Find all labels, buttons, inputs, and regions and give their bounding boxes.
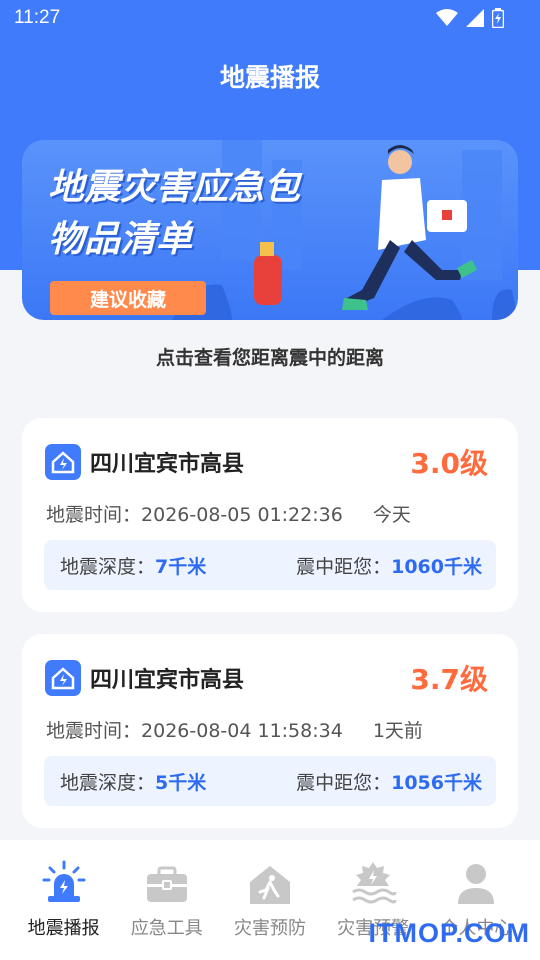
depth-text: 地震深度：7千米: [60, 552, 206, 579]
depth-label: 地震深度：: [60, 555, 156, 578]
emergency-kit-banner[interactable]: 地震灾害应急包 物品清单 建议收藏: [22, 140, 518, 320]
nav-label: 灾害预防: [233, 918, 306, 939]
time-label: 地震时间：: [46, 504, 142, 526]
alarm-siren-icon: [42, 860, 86, 902]
earthquake-location: 四川宜宾市高县: [90, 452, 245, 477]
toolbox-icon: [146, 866, 187, 902]
earthquake-magnitude: 3.7级: [410, 663, 488, 696]
running-doctor: [342, 145, 477, 310]
time-value: 2026-08-04 11:58:34: [141, 720, 343, 742]
relative-time: 今天: [372, 504, 411, 526]
banner-headline: 地震灾害应急包 物品清单: [48, 162, 300, 266]
earthquake-info-box: 地震深度：5千米 震中距您：1056千米: [44, 756, 496, 806]
distance-label: 震中距您：: [296, 555, 392, 578]
time-value: 2026-08-05 01:22:36: [141, 504, 343, 526]
status-time: 11:27: [14, 7, 61, 28]
time-text: 地震时间：2026-08-05 01:22:36: [46, 500, 343, 527]
watermark: ITMOP.COM: [368, 918, 530, 948]
depth-value: 5千米: [155, 771, 207, 794]
banner-headline-line1: 地震灾害应急包: [48, 167, 301, 208]
earthquake-card[interactable]: 四川宜宾市高县 3.0级 地震时间：2026-08-05 01:22:36 今天…: [22, 418, 518, 612]
earthquake-time-row: 地震时间：2026-08-05 01:22:36 今天: [46, 500, 411, 527]
banner-headline-line2: 物品清单: [48, 219, 193, 260]
earthquake-card[interactable]: 四川宜宾市高县 3.7级 地震时间：2026-08-04 11:58:34 1天…: [22, 634, 518, 828]
status-icons: [436, 8, 504, 28]
house-running-person-icon: [249, 866, 290, 904]
distance-text: 震中距您：1056千米: [296, 768, 482, 795]
wifi-icon: [436, 9, 458, 26]
depth-value: 7千米: [155, 555, 207, 578]
earthquake-location: 四川宜宾市高县: [90, 668, 245, 693]
earthquake-info-box: 地震深度：7千米 震中距您：1060千米: [44, 540, 496, 590]
signal-icon: [466, 9, 484, 27]
house-alert-icon: [45, 444, 81, 480]
nav-tab-earthquake-report[interactable]: 地震播报: [14, 860, 114, 960]
distance-label: 震中距您：: [296, 771, 392, 794]
distance-text: 震中距您：1060千米: [296, 552, 482, 579]
house-alert-icon: [45, 660, 81, 696]
earthquake-magnitude: 3.0级: [410, 447, 488, 480]
distance-value: 1056千米: [391, 771, 482, 794]
time-label: 地震时间：: [46, 720, 142, 742]
depth-text: 地震深度：5千米: [60, 768, 206, 795]
status-bar: 11:27: [0, 0, 540, 36]
nav-tab-disaster-prevention[interactable]: 灾害预防: [220, 860, 320, 960]
nav-label: 应急工具: [130, 918, 203, 939]
flood-warning-icon: [352, 862, 397, 904]
user-icon: [458, 864, 495, 904]
distance-hint[interactable]: 点击查看您距离震中的距离: [0, 343, 540, 370]
nav-tab-emergency-tools[interactable]: 应急工具: [117, 860, 217, 960]
nav-label: 地震播报: [27, 918, 100, 939]
battery-icon: [492, 8, 504, 28]
relative-time: 1天前: [372, 720, 423, 742]
depth-label: 地震深度：: [60, 771, 156, 794]
earthquake-time-row: 地震时间：2026-08-04 11:58:34 1天前: [46, 716, 423, 743]
page-title: 地震播报: [219, 63, 320, 92]
distance-value: 1060千米: [391, 555, 482, 578]
bookmark-tag: 建议收藏: [50, 281, 206, 315]
time-text: 地震时间：2026-08-04 11:58:34: [46, 716, 343, 743]
